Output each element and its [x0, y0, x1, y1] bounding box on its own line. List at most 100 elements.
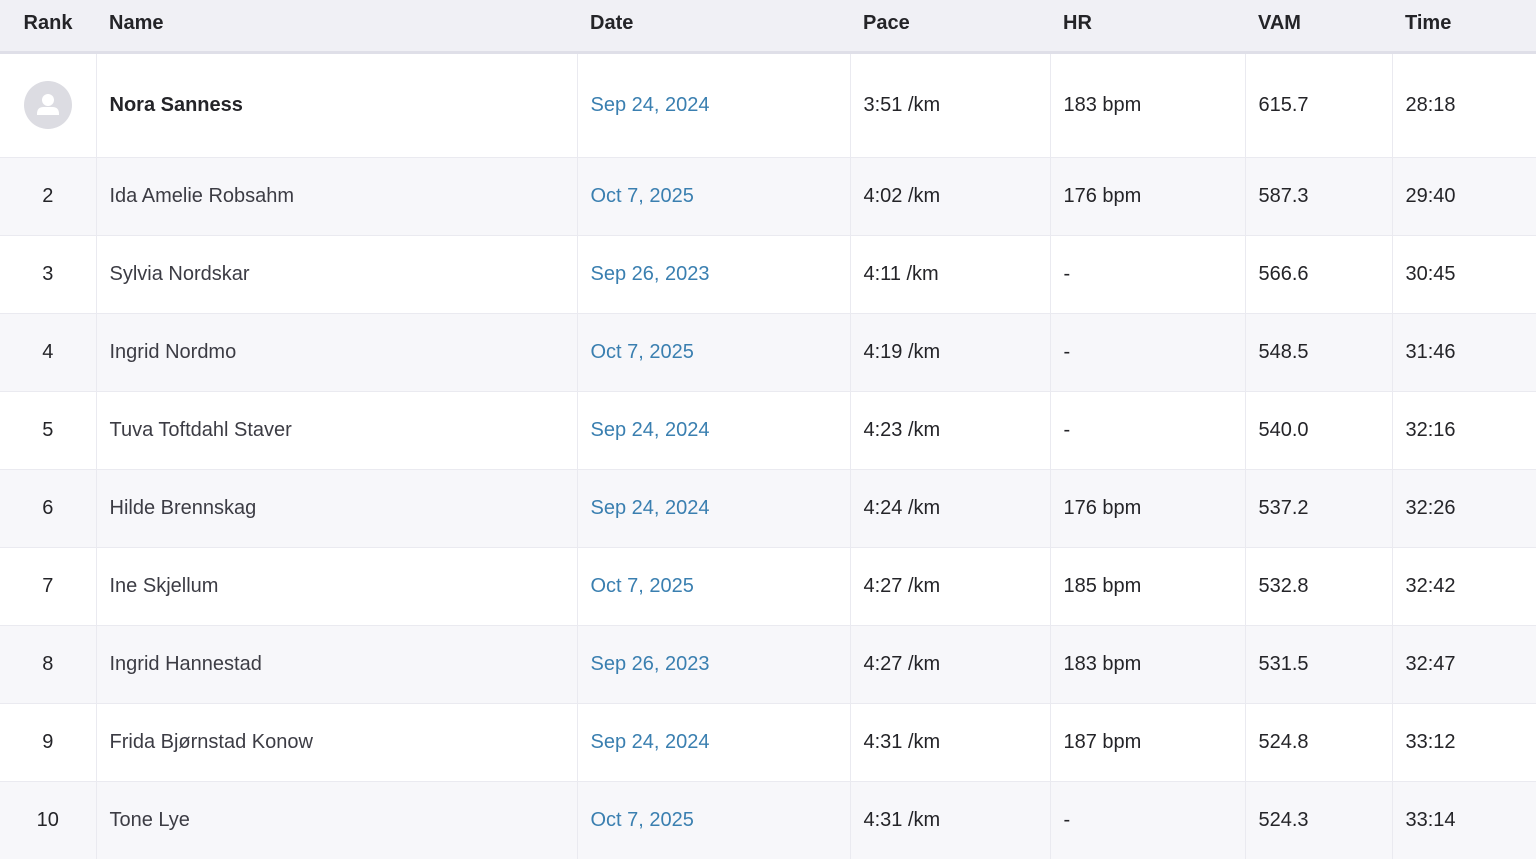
user-placeholder-icon: [23, 81, 72, 129]
column-header-time[interactable]: Time: [1392, 0, 1536, 54]
vam-cell: 537.2: [1245, 468, 1393, 547]
activity-date-cell: Sep 24, 2024: [577, 390, 851, 469]
vam-cell: 615.7: [1245, 51, 1393, 157]
activity-date-cell: Oct 7, 2025: [577, 156, 851, 235]
vam-cell: 587.3: [1245, 156, 1393, 235]
column-header-rank[interactable]: Rank: [0, 0, 96, 54]
activity-date-cell: Sep 24, 2024: [577, 51, 851, 157]
athlete-name[interactable]: Sylvia Nordskar: [96, 234, 578, 313]
vam-cell: 548.5: [1245, 312, 1393, 391]
pace-cell: 4:31 /km: [850, 780, 1051, 859]
activity-date-cell: Sep 26, 2023: [577, 234, 851, 313]
hr-cell: -: [1050, 312, 1246, 391]
athlete-name[interactable]: Nora Sanness: [96, 51, 578, 157]
time-cell: 32:26: [1392, 468, 1536, 547]
rank-cell: 10: [0, 780, 97, 859]
leaderboard-table: Rank Name Date Pace HR VAM Time Nora San…: [0, 0, 1536, 859]
hr-cell: 185 bpm: [1050, 546, 1246, 625]
hr-cell: 183 bpm: [1050, 624, 1246, 703]
column-header-hr[interactable]: HR: [1050, 0, 1245, 54]
time-cell: 31:46: [1392, 312, 1536, 391]
hr-cell: 176 bpm: [1050, 468, 1246, 547]
pace-cell: 4:27 /km: [850, 546, 1051, 625]
activity-date-cell: Sep 26, 2023: [577, 624, 851, 703]
activity-date-cell: Oct 7, 2025: [577, 780, 851, 859]
athlete-name[interactable]: Tuva Toftdahl Staver: [96, 390, 578, 469]
table-row[interactable]: 5 Tuva Toftdahl Staver Sep 24, 2024 4:23…: [0, 390, 1536, 469]
table-row[interactable]: 10 Tone Lye Oct 7, 2025 4:31 /km - 524.3…: [0, 780, 1536, 859]
table-row[interactable]: 7 Ine Skjellum Oct 7, 2025 4:27 /km 185 …: [0, 546, 1536, 625]
hr-cell: -: [1050, 390, 1246, 469]
pace-cell: 4:27 /km: [850, 624, 1051, 703]
table-row[interactable]: 2 Ida Amelie Robsahm Oct 7, 2025 4:02 /k…: [0, 156, 1536, 235]
activity-date-link[interactable]: Sep 24, 2024: [591, 497, 710, 519]
time-cell: 32:42: [1392, 546, 1536, 625]
rank-cell: 5: [0, 390, 97, 469]
vam-cell: 566.6: [1245, 234, 1393, 313]
activity-date-cell: Sep 24, 2024: [577, 468, 851, 547]
hr-cell: 183 bpm: [1050, 51, 1246, 157]
activity-date-link[interactable]: Oct 7, 2025: [591, 185, 694, 207]
rank-cell: 4: [0, 312, 97, 391]
activity-date-link[interactable]: Sep 24, 2024: [591, 731, 710, 753]
activity-date-link[interactable]: Sep 26, 2023: [591, 653, 710, 675]
rank-cell: 3: [0, 234, 97, 313]
table-header: Rank Name Date Pace HR VAM Time: [0, 0, 1536, 54]
vam-cell: 540.0: [1245, 390, 1393, 469]
athlete-name[interactable]: Ingrid Hannestad: [96, 624, 578, 703]
time-cell: 30:45: [1392, 234, 1536, 313]
athlete-name[interactable]: Hilde Brennskag: [96, 468, 578, 547]
hr-cell: 176 bpm: [1050, 156, 1246, 235]
activity-date-cell: Sep 24, 2024: [577, 702, 851, 781]
table-row[interactable]: 6 Hilde Brennskag Sep 24, 2024 4:24 /km …: [0, 468, 1536, 547]
rank-cell: [0, 51, 97, 157]
hr-cell: -: [1050, 780, 1246, 859]
pace-cell: 4:23 /km: [850, 390, 1051, 469]
vam-cell: 532.8: [1245, 546, 1393, 625]
athlete-name[interactable]: Ine Skjellum: [96, 546, 578, 625]
table-row[interactable]: 3 Sylvia Nordskar Sep 26, 2023 4:11 /km …: [0, 234, 1536, 313]
rank-cell: 8: [0, 624, 97, 703]
rank-cell: 2: [0, 156, 97, 235]
pace-cell: 4:19 /km: [850, 312, 1051, 391]
column-header-date[interactable]: Date: [577, 0, 850, 54]
column-header-vam[interactable]: VAM: [1245, 0, 1392, 54]
activity-date-link[interactable]: Oct 7, 2025: [591, 575, 694, 597]
pace-cell: 3:51 /km: [850, 51, 1051, 157]
rank-cell: 7: [0, 546, 97, 625]
table-row[interactable]: Nora Sanness Sep 24, 2024 3:51 /km 183 b…: [0, 51, 1536, 157]
rank-cell: 6: [0, 468, 97, 547]
pace-cell: 4:24 /km: [850, 468, 1051, 547]
activity-date-cell: Oct 7, 2025: [577, 546, 851, 625]
time-cell: 29:40: [1392, 156, 1536, 235]
table-row[interactable]: 9 Frida Bjørnstad Konow Sep 24, 2024 4:3…: [0, 702, 1536, 781]
rank-cell: 9: [0, 702, 97, 781]
athlete-name[interactable]: Tone Lye: [96, 780, 578, 859]
activity-date-link[interactable]: Sep 24, 2024: [591, 94, 710, 116]
pace-cell: 4:11 /km: [850, 234, 1051, 313]
column-header-name[interactable]: Name: [96, 0, 577, 54]
pace-cell: 4:31 /km: [850, 702, 1051, 781]
table-row[interactable]: 4 Ingrid Nordmo Oct 7, 2025 4:19 /km - 5…: [0, 312, 1536, 391]
athlete-name[interactable]: Ida Amelie Robsahm: [96, 156, 578, 235]
header-row: Rank Name Date Pace HR VAM Time: [0, 0, 1536, 54]
athlete-name[interactable]: Ingrid Nordmo: [96, 312, 578, 391]
activity-date-link[interactable]: Oct 7, 2025: [591, 341, 694, 363]
hr-cell: 187 bpm: [1050, 702, 1246, 781]
pace-cell: 4:02 /km: [850, 156, 1051, 235]
table-body: Nora Sanness Sep 24, 2024 3:51 /km 183 b…: [0, 51, 1536, 859]
activity-date-link[interactable]: Oct 7, 2025: [591, 809, 694, 831]
time-cell: 33:12: [1392, 702, 1536, 781]
time-cell: 32:16: [1392, 390, 1536, 469]
athlete-name[interactable]: Frida Bjørnstad Konow: [96, 702, 578, 781]
activity-date-link[interactable]: Sep 24, 2024: [591, 419, 710, 441]
time-cell: 28:18: [1392, 51, 1536, 157]
vam-cell: 531.5: [1245, 624, 1393, 703]
activity-date-cell: Oct 7, 2025: [577, 312, 851, 391]
time-cell: 33:14: [1392, 780, 1536, 859]
table-row[interactable]: 8 Ingrid Hannestad Sep 26, 2023 4:27 /km…: [0, 624, 1536, 703]
column-header-pace[interactable]: Pace: [850, 0, 1050, 54]
activity-date-link[interactable]: Sep 26, 2023: [591, 263, 710, 285]
vam-cell: 524.8: [1245, 702, 1393, 781]
hr-cell: -: [1050, 234, 1246, 313]
